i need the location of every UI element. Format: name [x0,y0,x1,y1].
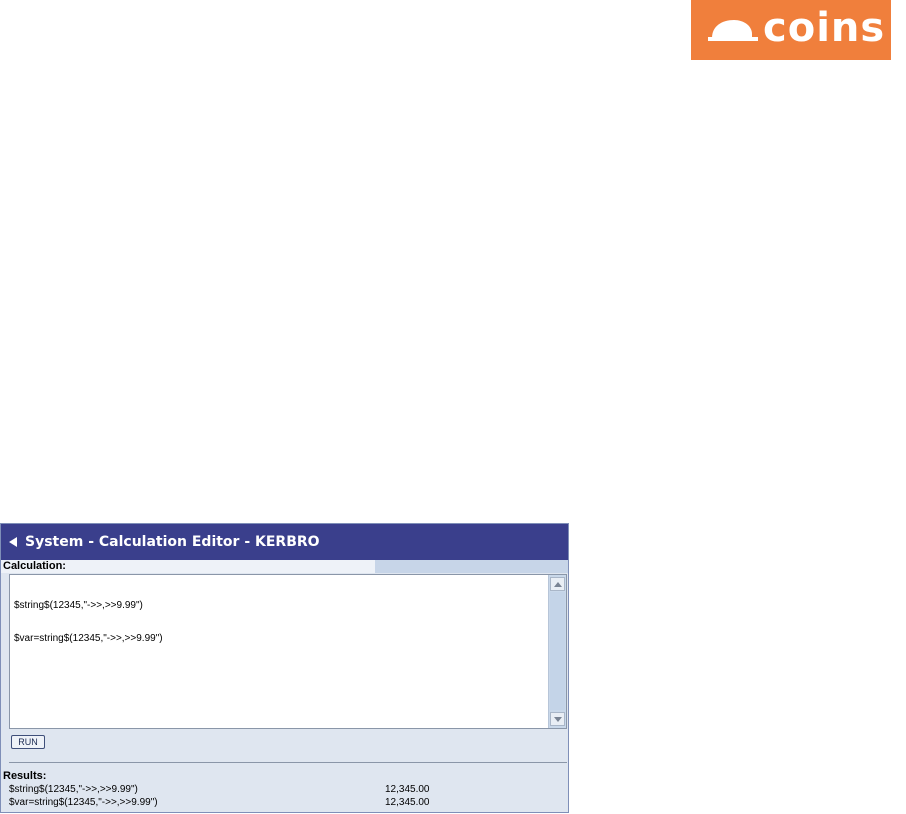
coins-logo: coins [691,0,891,60]
calculation-lines: $string$(12345,"->>,>>9.99") $var=string… [14,578,163,666]
window-titlebar: System - Calculation Editor - KERBRO [1,524,568,560]
result-expression: $string$(12345,"->>,>>9.99") [9,784,138,795]
result-value: 12,345.00 [385,784,430,795]
logo-wordmark: coins [763,5,886,51]
calculation-line: $var=string$(12345,"->>,>>9.99") [14,633,163,644]
results-label: Results: [3,770,47,782]
hard-hat-icon [708,20,758,41]
result-row: $string$(12345,"->>,>>9.99") 12,345.00 [9,784,559,796]
calculation-editor-window: System - Calculation Editor - KERBRO Cal… [0,523,569,813]
results-divider [9,762,567,763]
calculation-label: Calculation: [3,560,66,572]
chevron-up-icon [553,581,562,587]
back-arrow-icon[interactable] [9,537,17,547]
result-value: 12,345.00 [385,797,430,808]
scroll-up-button[interactable] [550,577,565,591]
result-row: $var=string$(12345,"->>,>>9.99") 12,345.… [9,797,559,809]
scroll-thumb[interactable] [550,592,565,710]
vertical-scrollbar[interactable] [548,575,566,728]
calculation-input[interactable]: $string$(12345,"->>,>>9.99") $var=string… [9,574,567,729]
scroll-down-button[interactable] [550,712,565,726]
calculation-line: $string$(12345,"->>,>>9.99") [14,600,143,611]
title-subbar [1,560,568,573]
run-button[interactable]: RUN [11,735,45,749]
window-title: System - Calculation Editor - KERBRO [25,534,320,550]
result-expression: $var=string$(12345,"->>,>>9.99") [9,797,158,808]
chevron-down-icon [553,716,562,722]
